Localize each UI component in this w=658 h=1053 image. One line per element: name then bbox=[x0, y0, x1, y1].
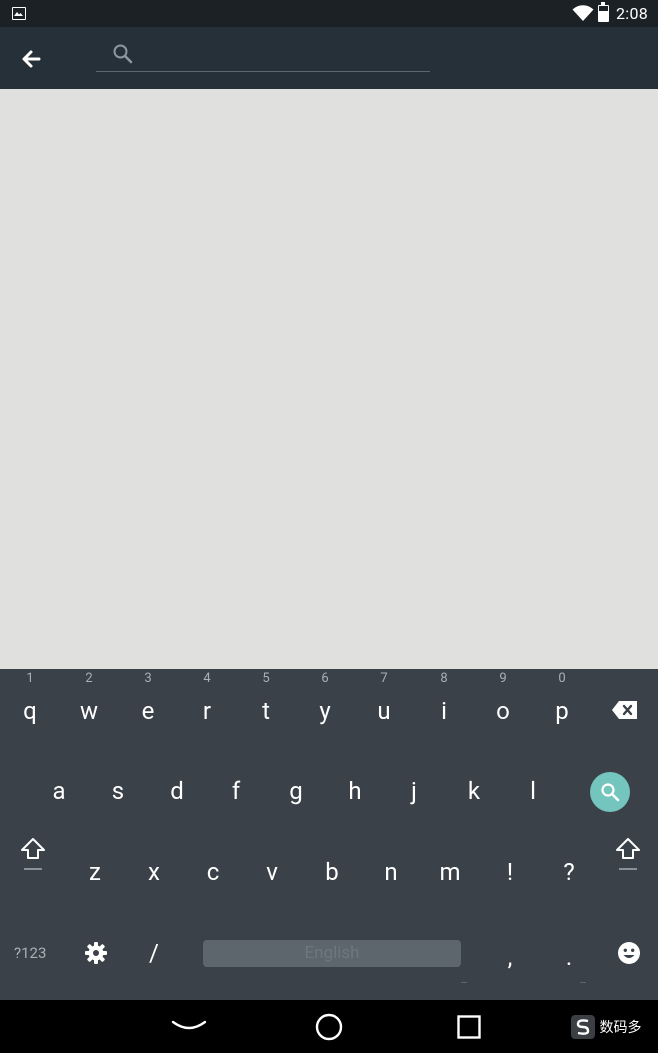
shift-icon bbox=[616, 838, 640, 859]
key-a[interactable]: a bbox=[43, 777, 75, 805]
key-hint: 0 bbox=[558, 671, 566, 686]
key-hint: 5 bbox=[262, 671, 270, 686]
key-q[interactable]: 1q bbox=[14, 671, 46, 725]
app-bar bbox=[0, 27, 658, 89]
search-box[interactable] bbox=[96, 39, 430, 72]
key-label: q bbox=[23, 697, 37, 725]
key-slash[interactable]: / bbox=[140, 939, 168, 967]
key-hint: 8 bbox=[440, 671, 448, 686]
shift-indicator bbox=[24, 868, 42, 870]
key-question[interactable]: ? bbox=[553, 858, 585, 886]
search-icon bbox=[601, 783, 620, 802]
key-label: r bbox=[202, 697, 212, 725]
key-y[interactable]: 6y bbox=[309, 671, 341, 725]
key-n[interactable]: n bbox=[375, 858, 407, 886]
settings-key[interactable] bbox=[82, 940, 110, 972]
content-area bbox=[0, 89, 658, 669]
key-f[interactable]: f bbox=[220, 777, 252, 805]
key-hint: 2 bbox=[85, 671, 93, 686]
key-v[interactable]: v bbox=[256, 858, 288, 886]
key-e[interactable]: 3e bbox=[132, 671, 164, 725]
key-r[interactable]: 4r bbox=[191, 671, 223, 725]
backspace-key[interactable] bbox=[610, 699, 640, 727]
key-exclamation[interactable]: ! bbox=[494, 858, 526, 886]
arrow-back-icon bbox=[22, 50, 41, 68]
home-button[interactable] bbox=[314, 1012, 344, 1046]
watermark-logo-icon bbox=[571, 1015, 595, 1039]
search-action-key[interactable] bbox=[590, 772, 630, 812]
key-j[interactable]: j bbox=[398, 777, 430, 805]
key-label: w bbox=[79, 697, 99, 725]
hide-keyboard-button[interactable] bbox=[171, 1016, 207, 1040]
emoji-key[interactable] bbox=[616, 941, 642, 971]
key-i[interactable]: 8i bbox=[428, 671, 460, 725]
chevron-down-icon bbox=[171, 1020, 207, 1030]
key-label: o bbox=[496, 697, 510, 725]
key-m[interactable]: m bbox=[434, 858, 466, 886]
shift-key-right[interactable] bbox=[614, 836, 642, 870]
shift-key-left[interactable] bbox=[19, 836, 47, 870]
key-comma[interactable]: , bbox=[496, 943, 524, 971]
key-label: i bbox=[441, 697, 447, 725]
shift-icon bbox=[21, 838, 45, 859]
key-z[interactable]: z bbox=[79, 858, 111, 886]
key-hint: 4 bbox=[203, 671, 211, 686]
more-keys-indicator: … bbox=[580, 976, 588, 986]
key-t[interactable]: 5t bbox=[250, 671, 282, 725]
status-bar: 2:08 bbox=[0, 0, 658, 27]
key-p[interactable]: 0p bbox=[546, 671, 578, 725]
key-x[interactable]: x bbox=[138, 858, 170, 886]
key-h[interactable]: h bbox=[339, 777, 371, 805]
key-b[interactable]: b bbox=[316, 858, 348, 886]
more-keys-indicator: … bbox=[461, 976, 469, 986]
back-button[interactable] bbox=[18, 46, 44, 72]
key-hint: 1 bbox=[26, 671, 34, 686]
key-label: u bbox=[377, 697, 391, 725]
key-s[interactable]: s bbox=[102, 777, 134, 805]
key-period[interactable]: . bbox=[555, 943, 583, 971]
emoji-icon bbox=[618, 942, 640, 964]
key-d[interactable]: d bbox=[161, 777, 193, 805]
key-label: e bbox=[141, 697, 155, 725]
key-c[interactable]: c bbox=[197, 858, 229, 886]
shift-indicator bbox=[619, 868, 637, 870]
space-key[interactable]: English bbox=[203, 940, 461, 967]
key-l[interactable]: l bbox=[517, 777, 549, 805]
backspace-icon bbox=[612, 701, 637, 719]
gear-icon bbox=[85, 942, 107, 964]
key-label: p bbox=[555, 697, 569, 725]
key-u[interactable]: 7u bbox=[368, 671, 400, 725]
watermark-text: 数码多 bbox=[599, 1020, 642, 1036]
gallery-notification-icon bbox=[12, 7, 26, 20]
search-input[interactable] bbox=[140, 43, 420, 67]
key-hint: 9 bbox=[499, 671, 507, 686]
key-k[interactable]: k bbox=[458, 777, 490, 805]
symbols-key[interactable]: ?123 bbox=[14, 944, 46, 962]
search-icon bbox=[113, 44, 133, 64]
key-label: y bbox=[319, 697, 331, 725]
wifi-icon bbox=[572, 5, 594, 21]
key-hint: 3 bbox=[144, 671, 152, 686]
key-w[interactable]: 2w bbox=[73, 671, 105, 725]
key-label: t bbox=[262, 697, 270, 725]
key-g[interactable]: g bbox=[280, 777, 312, 805]
key-o[interactable]: 9o bbox=[487, 671, 519, 725]
home-circle-icon bbox=[315, 1013, 343, 1041]
battery-icon bbox=[598, 2, 609, 22]
screen: { "status_bar": { "time": "2:08" }, "sea… bbox=[0, 0, 658, 1053]
key-hint: 7 bbox=[380, 671, 388, 686]
status-time: 2:08 bbox=[616, 4, 649, 23]
recents-square-icon bbox=[457, 1015, 481, 1039]
key-hint: 6 bbox=[321, 671, 329, 686]
watermark: 数码多 bbox=[570, 1014, 641, 1040]
recents-button[interactable] bbox=[456, 1014, 482, 1044]
